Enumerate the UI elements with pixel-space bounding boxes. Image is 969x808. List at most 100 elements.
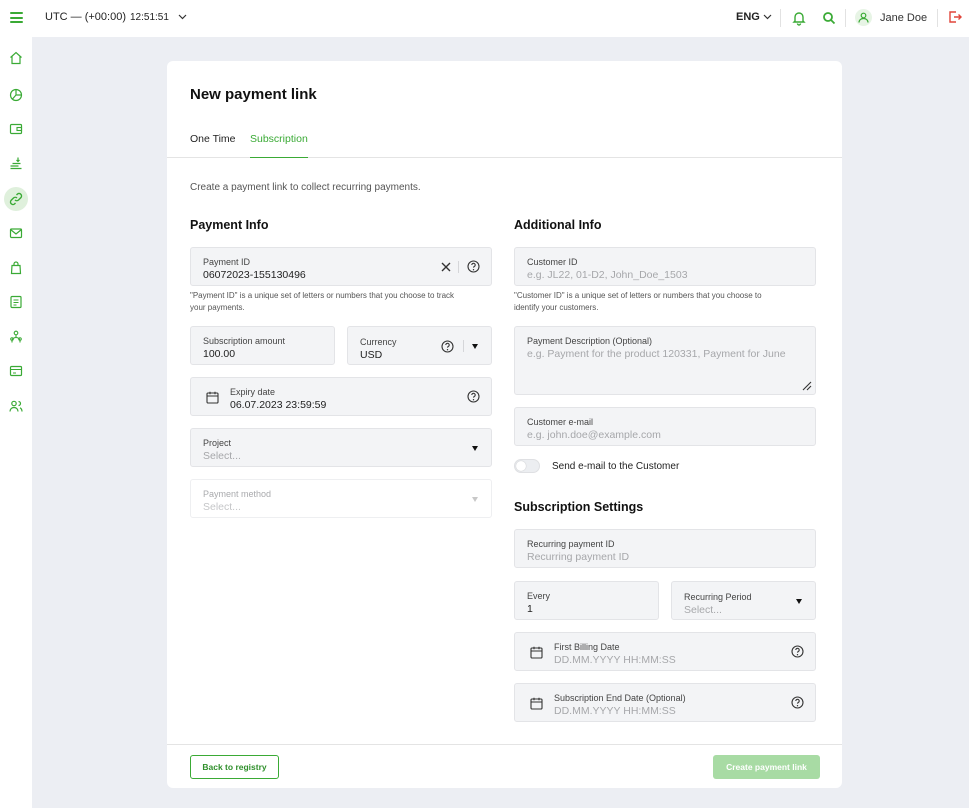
tab-bar: One Time Subscription — [167, 133, 842, 158]
expiry-value: 06.07.2023 23:59:59 — [230, 399, 327, 411]
caret-down-icon — [472, 497, 478, 502]
send-email-label: Send e-mail to the Customer — [552, 461, 680, 472]
help-icon[interactable] — [791, 645, 804, 658]
customer-email-field[interactable]: Customer e-mail e.g. john.doe@example.co… — [514, 407, 816, 446]
timezone-selector[interactable]: UTC — (+00:00) 12:51:51 — [45, 11, 187, 23]
sidebar-item-team[interactable] — [4, 394, 28, 418]
every-label: Every — [527, 591, 551, 601]
payment-id-field[interactable]: Payment ID 06072023-155130496 — [190, 247, 492, 286]
payment-id-hint-line-2: your payments. — [190, 303, 245, 312]
currency-select[interactable]: Currency USD — [347, 326, 492, 365]
clock: 12:51:51 — [130, 11, 169, 23]
avatar — [855, 9, 872, 26]
expiry-date-field[interactable]: Expiry date 06.07.2023 23:59:59 — [190, 377, 492, 416]
caret-down-icon — [472, 446, 478, 451]
top-bar: UTC — (+00:00) 12:51:51 ENG Jane Doe — [0, 0, 969, 37]
sidebar-item-analytics[interactable] — [4, 83, 28, 107]
pie-chart-icon — [9, 88, 23, 102]
additional-info-title: Additional Info — [514, 218, 602, 232]
sidebar-item-home[interactable] — [4, 46, 28, 70]
search-icon[interactable] — [821, 10, 837, 26]
email-label: Customer e-mail — [527, 417, 594, 427]
bell-icon[interactable] — [791, 10, 807, 26]
subscription-settings-title: Subscription Settings — [514, 500, 644, 514]
home-icon — [10, 51, 22, 65]
payment-id-label: Payment ID — [203, 257, 251, 267]
payment-description-field[interactable]: Payment Description (Optional) e.g. Paym… — [514, 326, 816, 395]
amount-label: Subscription amount — [203, 336, 286, 346]
caret-down-icon — [796, 599, 802, 604]
language-selector[interactable]: ENG — [736, 11, 772, 23]
project-select[interactable]: Project Select... — [190, 428, 492, 467]
subscription-end-date-field[interactable]: Subscription End Date (Optional) DD.MM.Y… — [514, 683, 816, 722]
currency-label: Currency — [360, 337, 397, 347]
payment-id-value: 06072023-155130496 — [203, 269, 306, 281]
calendar-icon — [206, 391, 219, 404]
mail-icon — [9, 228, 23, 239]
calendar-icon — [530, 646, 543, 659]
amount-value: 100.00 — [203, 348, 236, 360]
page-title: New payment link — [190, 86, 317, 103]
help-icon[interactable] — [791, 696, 804, 709]
intro-text: Create a payment link to collect recurri… — [190, 182, 421, 193]
currency-value: USD — [360, 349, 383, 361]
link-icon — [9, 192, 23, 206]
sidebar-item-payouts[interactable] — [4, 151, 28, 175]
customer-id-hint-line-1: "Customer ID" is a unique set of letters… — [514, 291, 762, 300]
customer-id-field[interactable]: Customer ID e.g. JL22, 01-D2, John_Doe_1… — [514, 247, 816, 286]
sidebar-item-shop[interactable] — [4, 256, 28, 280]
first-billing-date-field[interactable]: First Billing Date DD.MM.YYYY HH:MM:SS — [514, 632, 816, 671]
help-icon[interactable] — [467, 390, 480, 403]
user-menu[interactable]: Jane Doe — [855, 9, 927, 26]
subscription-amount-field[interactable]: Subscription amount 100.00 — [190, 326, 335, 365]
tab-subscription[interactable]: Subscription — [250, 133, 308, 158]
payment-method-label: Payment method — [203, 489, 272, 499]
sidebar-item-payment-links[interactable] — [4, 187, 28, 211]
language-label: ENG — [736, 11, 760, 23]
create-payment-link-button[interactable]: Create payment link — [713, 755, 820, 779]
help-icon[interactable] — [441, 340, 454, 353]
payment-link-card: New payment link One Time Subscription C… — [167, 61, 842, 788]
sidebar-item-reports[interactable] — [4, 290, 28, 314]
recurring-period-select[interactable]: Recurring Period Select... — [671, 581, 816, 620]
menu-icon[interactable] — [10, 12, 23, 23]
toggle-knob — [516, 461, 526, 471]
bag-icon — [10, 261, 22, 275]
sidebar-item-invoices[interactable] — [4, 221, 28, 245]
expiry-label: Expiry date — [230, 387, 276, 397]
customer-id-placeholder: e.g. JL22, 01-D2, John_Doe_1503 — [527, 269, 688, 281]
end-date-placeholder: DD.MM.YYYY HH:MM:SS — [554, 705, 676, 717]
calendar-icon — [530, 697, 543, 710]
every-value: 1 — [527, 603, 533, 615]
payment-id-hint: "Payment ID" is a unique set of letters … — [190, 290, 454, 314]
people-icon — [9, 400, 23, 412]
help-icon[interactable] — [467, 260, 480, 273]
email-placeholder: e.g. john.doe@example.com — [527, 429, 661, 441]
sidebar-item-partners[interactable] — [4, 325, 28, 349]
resize-handle-icon[interactable] — [802, 381, 812, 391]
period-label: Recurring Period — [684, 592, 752, 602]
wallet-icon — [9, 123, 23, 135]
payment-method-placeholder: Select... — [203, 501, 241, 513]
customer-id-hint: "Customer ID" is a unique set of letters… — [514, 290, 762, 314]
logout-icon[interactable] — [948, 10, 962, 24]
first-billing-label: First Billing Date — [554, 642, 620, 652]
user-name: Jane Doe — [880, 11, 928, 24]
every-field[interactable]: Every 1 — [514, 581, 659, 620]
sidebar-item-cards[interactable] — [4, 359, 28, 383]
back-to-registry-button[interactable]: Back to registry — [190, 755, 279, 779]
description-placeholder: e.g. Payment for the product 120331, Pay… — [527, 348, 786, 360]
timezone-label: UTC — (+00:00) — [45, 11, 126, 23]
payment-id-hint-line-1: "Payment ID" is a unique set of letters … — [190, 291, 455, 300]
sidebar-item-wallet[interactable] — [4, 117, 28, 141]
send-email-toggle[interactable] — [514, 459, 540, 473]
clear-icon[interactable] — [441, 262, 451, 272]
payment-method-select[interactable]: Payment method Select... — [190, 479, 492, 518]
project-placeholder: Select... — [203, 450, 241, 462]
customer-id-label: Customer ID — [527, 257, 578, 267]
recurring-payment-id-field[interactable]: Recurring payment ID Recurring payment I… — [514, 529, 816, 568]
end-date-label: Subscription End Date (Optional) — [554, 693, 686, 703]
tab-one-time[interactable]: One Time — [190, 133, 236, 158]
user-icon — [858, 12, 869, 23]
divider — [780, 9, 781, 27]
